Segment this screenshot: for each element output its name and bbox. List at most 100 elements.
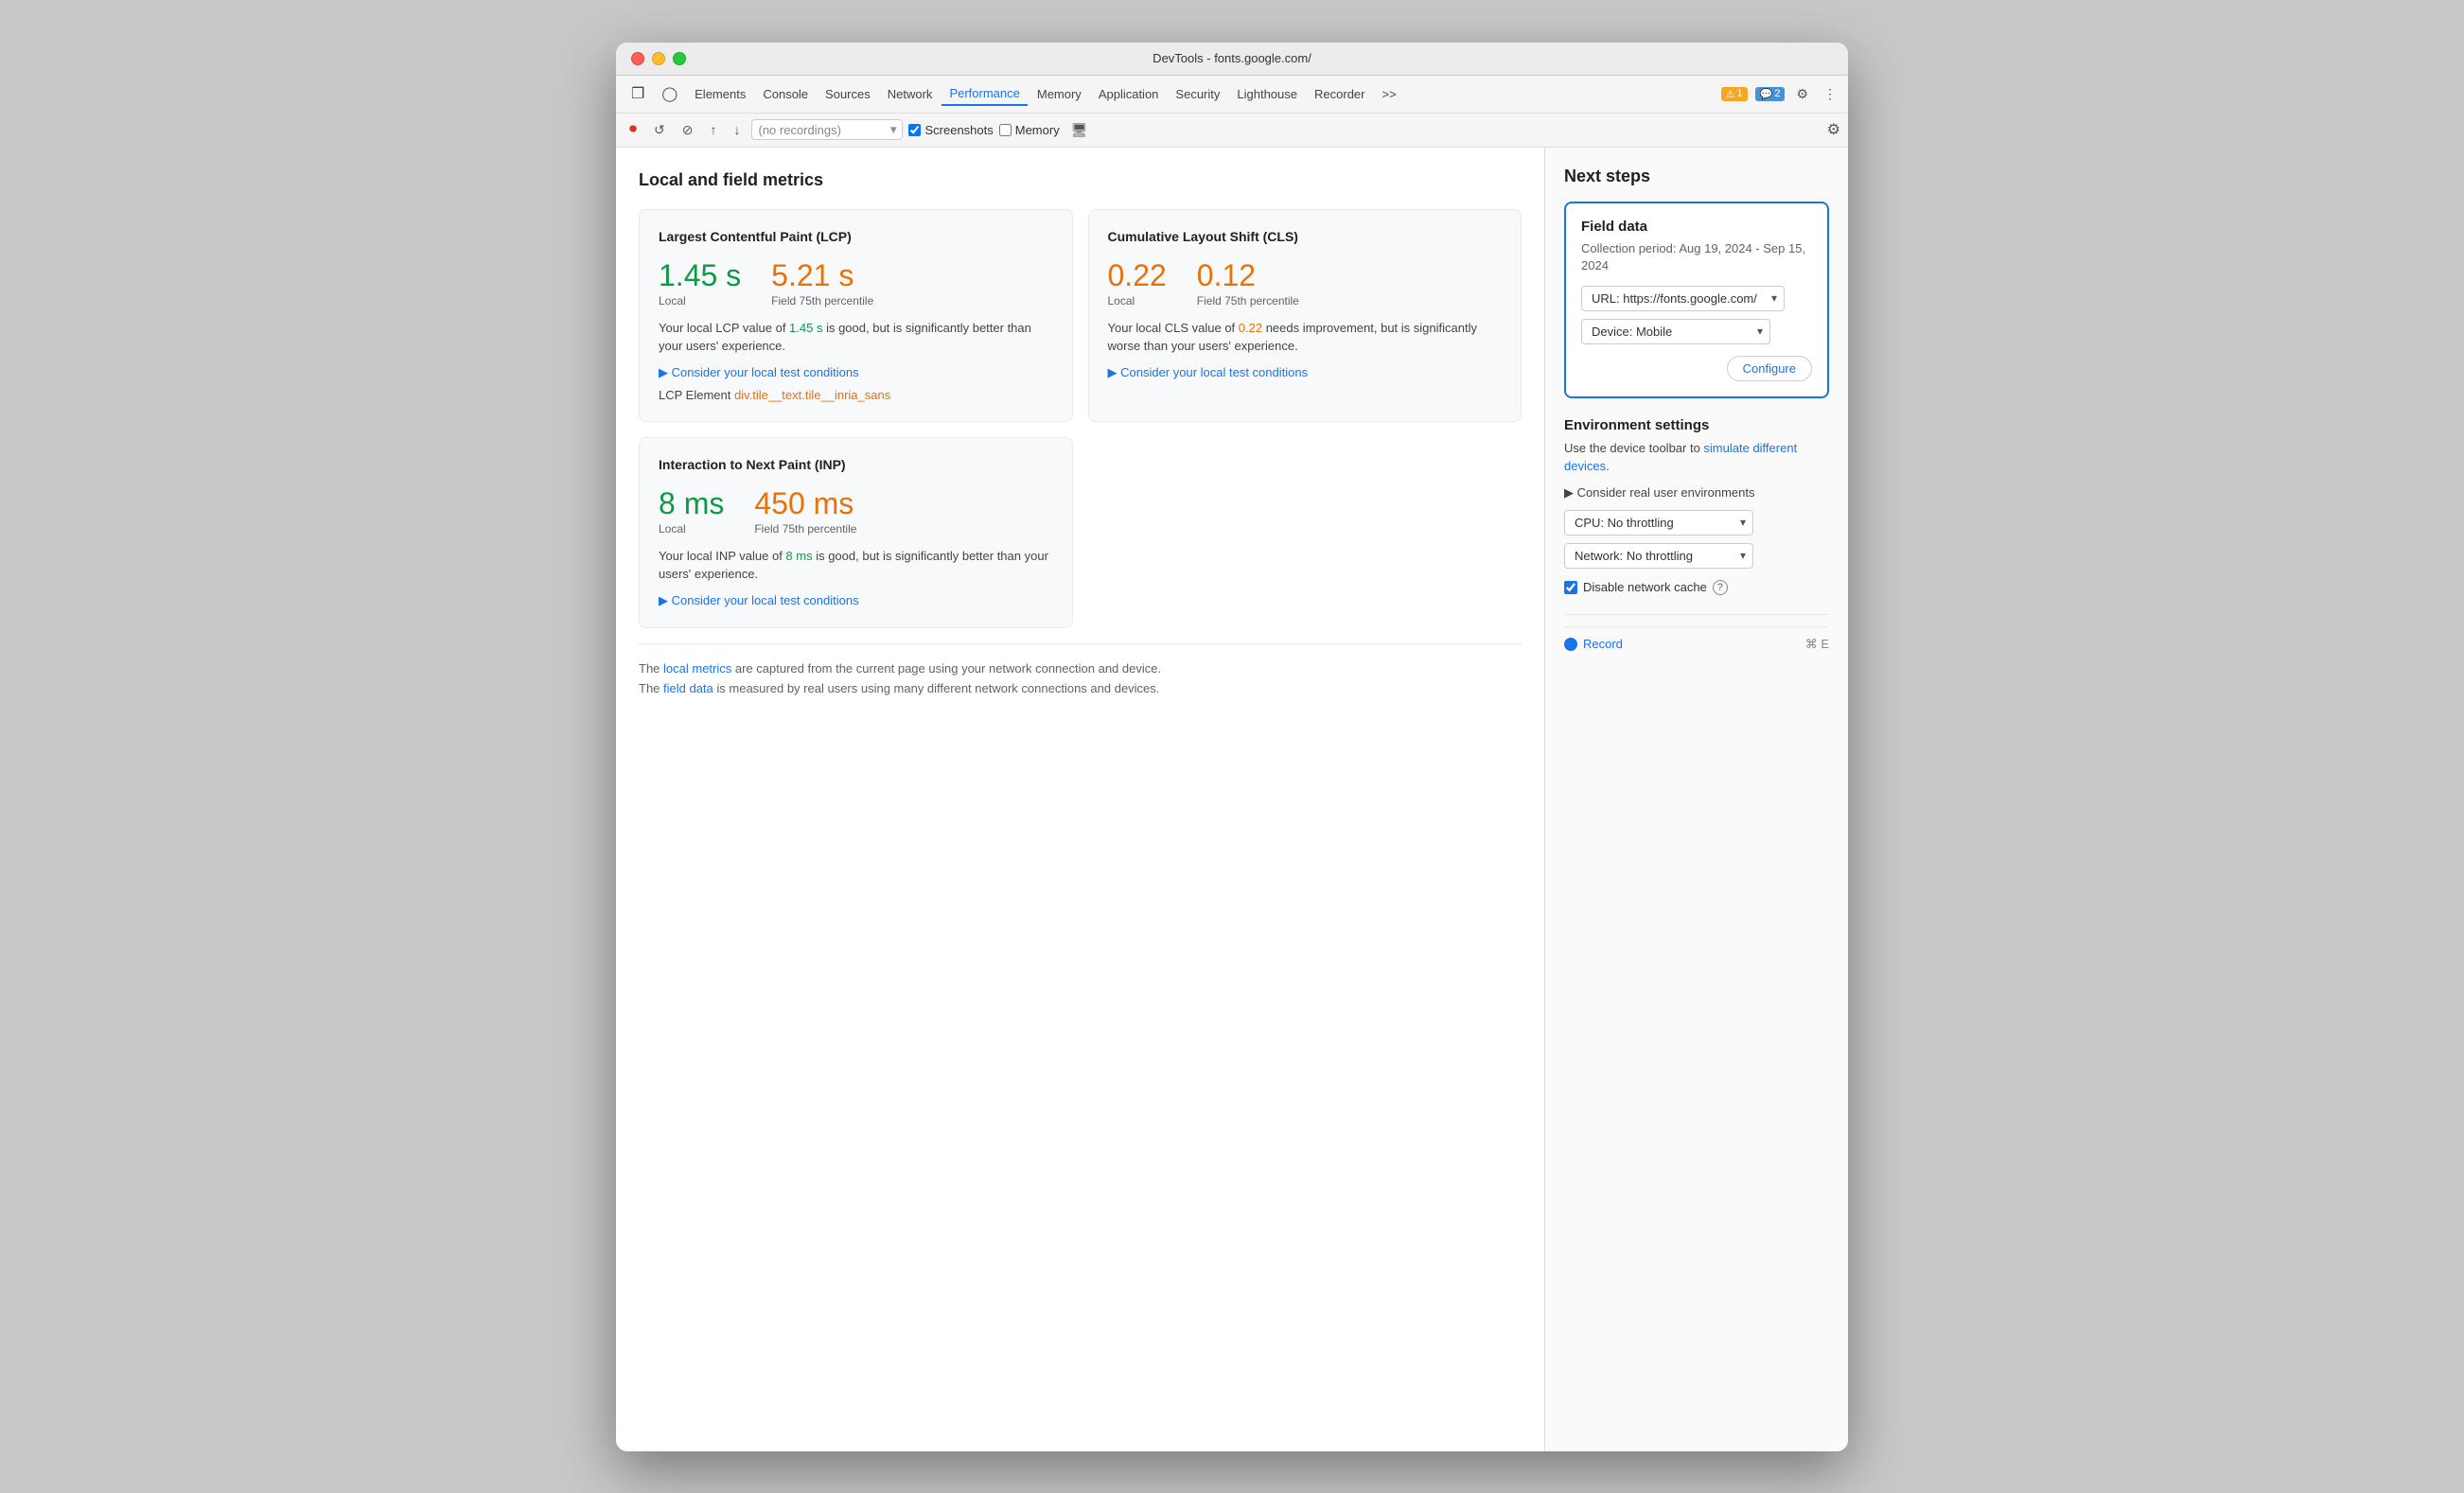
- controls-settings-button[interactable]: ⚙: [1827, 120, 1840, 139]
- recording-placeholder: (no recordings): [758, 123, 840, 137]
- close-button[interactable]: [631, 52, 644, 65]
- inp-description: Your local INP value of 8 ms is good, bu…: [659, 547, 1053, 584]
- lcp-expand-link[interactable]: ▶ Consider your local test conditions: [659, 365, 1053, 380]
- recording-dropdown-arrow: ▾: [890, 122, 897, 137]
- inp-expand-link[interactable]: ▶ Consider your local test conditions: [659, 593, 1053, 608]
- inp-title: Interaction to Next Paint (INP): [659, 457, 1053, 472]
- field-data-title: Field data: [1581, 219, 1812, 235]
- inp-values: 8 ms Local 450 ms Field 75th percentile: [659, 487, 1053, 536]
- info-badge[interactable]: 💬 2: [1755, 87, 1786, 101]
- metrics-grid: Largest Contentful Paint (LCP) 1.45 s Lo…: [639, 209, 1522, 628]
- cls-title: Cumulative Layout Shift (CLS): [1108, 229, 1503, 244]
- next-steps-title: Next steps: [1564, 167, 1829, 186]
- tab-sources[interactable]: Sources: [818, 83, 878, 105]
- cpu-dropdown[interactable]: CPU: No throttling: [1564, 510, 1753, 536]
- network-dropdown[interactable]: Network: No throttling: [1564, 543, 1753, 569]
- cls-field-label: Field 75th percentile: [1197, 294, 1299, 307]
- device-dropdown[interactable]: Device: Mobile: [1581, 319, 1770, 344]
- lcp-element-link[interactable]: div.tile__text.tile__inria_sans: [734, 388, 890, 402]
- field-data-period: Collection period: Aug 19, 2024 - Sep 15…: [1581, 240, 1812, 274]
- memory-checkbox-group: Memory: [999, 123, 1060, 137]
- lcp-description: Your local LCP value of 1.45 s is good, …: [659, 319, 1053, 356]
- record-button[interactable]: Record: [1564, 637, 1623, 651]
- record-shortcut: ⌘ E: [1805, 637, 1829, 652]
- cls-local-value: 0.22: [1108, 259, 1167, 292]
- tab-security[interactable]: Security: [1168, 83, 1227, 105]
- record-circle-icon: [1564, 638, 1577, 651]
- maximize-button[interactable]: [673, 52, 686, 65]
- more-options-button[interactable]: ⋮: [1820, 82, 1840, 106]
- device-dropdown-wrapper: Device: Mobile: [1581, 319, 1770, 344]
- lcp-title: Largest Contentful Paint (LCP): [659, 229, 1053, 244]
- disable-cache-checkbox[interactable]: [1564, 581, 1577, 594]
- warning-count: 1: [1736, 88, 1742, 99]
- left-panel: Local and field metrics Largest Contentf…: [616, 148, 1545, 1451]
- record-label: Record: [1583, 637, 1623, 651]
- tab-lighthouse[interactable]: Lighthouse: [1229, 83, 1305, 105]
- lcp-values: 1.45 s Local 5.21 s Field 75th percentil…: [659, 259, 1053, 307]
- memory-label[interactable]: Memory: [1015, 123, 1060, 137]
- window-title: DevTools - fonts.google.com/: [1153, 51, 1311, 65]
- tab-recorder[interactable]: Recorder: [1307, 83, 1372, 105]
- cls-local-label: Local: [1108, 294, 1167, 307]
- section-title: Local and field metrics: [639, 170, 1522, 190]
- lcp-field-group: 5.21 s Field 75th percentile: [771, 259, 873, 307]
- configure-button[interactable]: Configure: [1727, 356, 1812, 381]
- info-count: 2: [1774, 88, 1780, 99]
- tab-overflow[interactable]: >>: [1374, 83, 1403, 105]
- screenshots-checkbox[interactable]: [908, 124, 921, 136]
- record-dot-button[interactable]: ⏺: [624, 118, 642, 141]
- url-dropdown[interactable]: URL: https://fonts.google.com/: [1581, 286, 1785, 311]
- tab-device-icon[interactable]: ◯: [654, 81, 685, 106]
- inp-field-value: 450 ms: [754, 487, 856, 520]
- inp-local-value: 8 ms: [659, 487, 724, 520]
- cpu-dropdown-wrapper: CPU: No throttling: [1564, 510, 1753, 536]
- memory-checkbox[interactable]: [999, 124, 1012, 136]
- field-data-card: Field data Collection period: Aug 19, 20…: [1564, 202, 1829, 398]
- consider-env-expand[interactable]: ▶ Consider real user environments: [1564, 485, 1829, 501]
- help-icon[interactable]: ?: [1713, 580, 1728, 595]
- inp-field-label: Field 75th percentile: [754, 522, 856, 536]
- tab-performance[interactable]: Performance: [942, 82, 1027, 106]
- minimize-button[interactable]: [652, 52, 665, 65]
- refresh-button[interactable]: ↺: [648, 119, 671, 141]
- disable-cache-wrapper: Disable network cache ?: [1564, 580, 1829, 595]
- simulate-devices-link[interactable]: simulate different devices: [1564, 441, 1797, 474]
- warning-badge[interactable]: ⚠ 1: [1721, 87, 1748, 101]
- tab-console[interactable]: Console: [755, 83, 816, 105]
- inp-field-group: 450 ms Field 75th percentile: [754, 487, 856, 536]
- inp-local-group: 8 ms Local: [659, 487, 724, 536]
- lcp-field-value: 5.21 s: [771, 259, 873, 292]
- tab-inspector-icon[interactable]: ❐: [624, 80, 652, 107]
- tab-network[interactable]: Network: [880, 83, 941, 105]
- field-data-link[interactable]: field data: [663, 681, 713, 695]
- tab-application[interactable]: Application: [1091, 83, 1167, 105]
- cpu-throttle-icon[interactable]: 🖥: [1065, 119, 1094, 141]
- warning-icon: ⚠: [1726, 88, 1735, 100]
- local-metrics-link[interactable]: local metrics: [663, 661, 731, 676]
- download-button[interactable]: ↓: [728, 119, 746, 140]
- screenshots-label[interactable]: Screenshots: [924, 123, 993, 137]
- devtools-window: DevTools - fonts.google.com/ ❐ ◯ Element…: [616, 43, 1848, 1451]
- lcp-local-value: 1.45 s: [659, 259, 741, 292]
- titlebar: DevTools - fonts.google.com/: [616, 43, 1848, 76]
- tab-toolbar: ❐ ◯ Elements Console Sources Network Per…: [616, 76, 1848, 114]
- url-dropdown-wrapper: URL: https://fonts.google.com/: [1581, 286, 1785, 311]
- upload-button[interactable]: ↑: [704, 119, 722, 140]
- settings-button[interactable]: ⚙: [1792, 82, 1812, 106]
- cls-field-group: 0.12 Field 75th percentile: [1197, 259, 1299, 307]
- recording-select[interactable]: (no recordings) ▾: [751, 119, 903, 140]
- footer-line2: The field data is measured by real users…: [639, 681, 1159, 695]
- tab-memory[interactable]: Memory: [1030, 83, 1089, 105]
- inp-card: Interaction to Next Paint (INP) 8 ms Loc…: [639, 437, 1073, 628]
- cls-expand-link[interactable]: ▶ Consider your local test conditions: [1108, 365, 1503, 380]
- main-content: Local and field metrics Largest Contentf…: [616, 148, 1848, 1451]
- cls-field-value: 0.12: [1197, 259, 1299, 292]
- cls-highlight: 0.22: [1239, 321, 1262, 335]
- tab-elements[interactable]: Elements: [687, 83, 753, 105]
- network-dropdown-row: Network: No throttling: [1564, 543, 1829, 569]
- divider: [1564, 614, 1829, 615]
- cls-values: 0.22 Local 0.12 Field 75th percentile: [1108, 259, 1503, 307]
- clear-button[interactable]: ⊘: [677, 119, 699, 141]
- cls-description: Your local CLS value of 0.22 needs impro…: [1108, 319, 1503, 356]
